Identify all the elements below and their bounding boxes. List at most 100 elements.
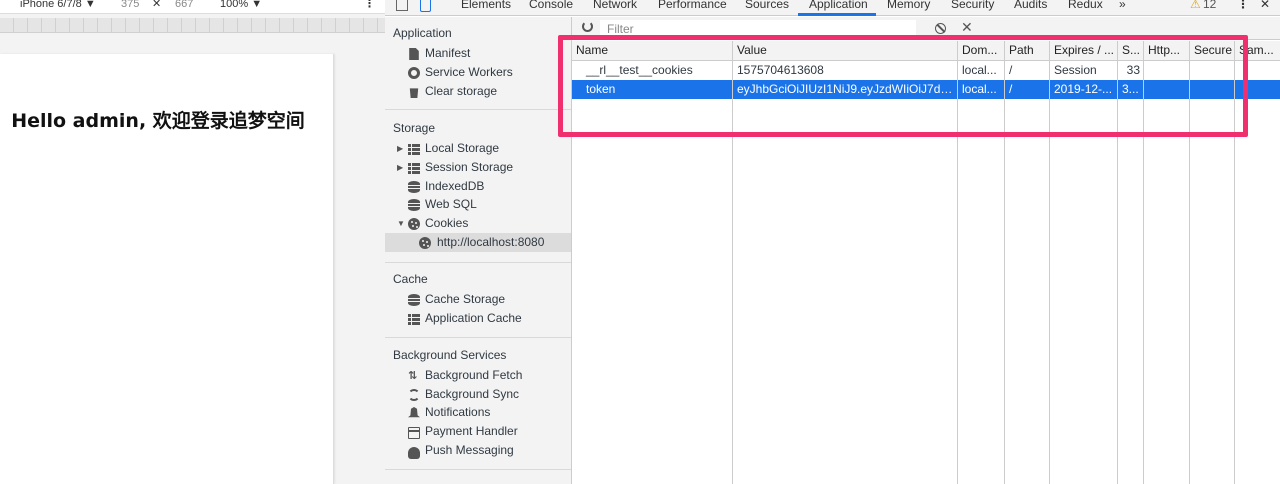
- sidebar-item-cookies[interactable]: ▼ Cookies: [385, 214, 571, 233]
- column-header-value[interactable]: Value: [733, 41, 958, 60]
- cloud-icon: [408, 447, 420, 459]
- cell-expires: 2019-12-...: [1054, 82, 1113, 96]
- devtools-close-icon[interactable]: ✕: [1260, 0, 1270, 12]
- column-header-httponly[interactable]: Http...: [1144, 41, 1190, 60]
- tabs-overflow-icon[interactable]: »: [1119, 0, 1126, 12]
- cell-domain: local...: [962, 63, 997, 77]
- database-icon: [408, 181, 420, 193]
- column-header-size[interactable]: S...: [1118, 41, 1144, 60]
- dimension-separator: ✕: [152, 0, 162, 10]
- column-header-expires[interactable]: Expires / ...: [1050, 41, 1118, 60]
- column-header-domain[interactable]: Dom...: [958, 41, 1005, 60]
- sidebar-item-label: Background Sync: [425, 387, 520, 401]
- cell-httponly: [1144, 61, 1190, 80]
- expand-arrow-icon[interactable]: ▶: [397, 139, 403, 158]
- section-divider: [385, 109, 571, 110]
- viewport-width-input[interactable]: 375: [121, 0, 139, 11]
- sidebar-item-service-workers[interactable]: Service Workers: [385, 63, 571, 82]
- cookie-icon: [419, 237, 431, 249]
- tab-memory[interactable]: Memory: [887, 0, 930, 12]
- cell-value: eyJhbGciOiJIUzI1NiJ9.eyJzdWIiOiJ7dX...: [737, 82, 958, 96]
- filter-input[interactable]: [600, 20, 916, 37]
- cell-httponly: [1144, 80, 1190, 99]
- sidebar-item-label: Cache Storage: [425, 292, 506, 306]
- sidebar-item-label: Cookies: [425, 216, 469, 230]
- cookie-icon: [408, 218, 420, 230]
- column-divider[interactable]: [1117, 41, 1118, 484]
- table-row[interactable]: __rl__test__cookies 1575704613608 local.…: [572, 61, 1280, 80]
- sidebar-item-label: Push Messaging: [425, 443, 514, 457]
- emulated-viewport: Hello admin, 欢迎登录追梦空间: [0, 54, 334, 484]
- sidebar-item-manifest[interactable]: Manifest: [385, 44, 571, 63]
- sidebar-item-local-storage[interactable]: ▶ Local Storage: [385, 139, 571, 158]
- database-icon: [408, 294, 420, 306]
- sidebar-item-label: Payment Handler: [425, 424, 518, 438]
- cell-domain: local...: [962, 82, 997, 96]
- sidebar-item-background-sync[interactable]: Background Sync: [385, 385, 571, 404]
- section-divider: [385, 262, 571, 263]
- column-divider[interactable]: [732, 41, 733, 484]
- up-down-icon: ⇅: [408, 370, 418, 382]
- sidebar-item-label: Notifications: [425, 405, 491, 419]
- clear-all-icon[interactable]: [935, 23, 946, 34]
- device-emulation-pane: iPhone 6/7/8 ▼ 375 ✕ 667 100% ▼ ⋮ Hello …: [0, 0, 385, 484]
- cell-size: 33: [1126, 63, 1140, 77]
- tab-redux[interactable]: Redux: [1068, 0, 1103, 12]
- tab-performance[interactable]: Performance: [658, 0, 727, 12]
- cell-samesite: [1235, 80, 1280, 99]
- column-header-secure[interactable]: Secure: [1190, 41, 1235, 60]
- sidebar-item-background-fetch[interactable]: ⇅ Background Fetch: [385, 366, 571, 385]
- column-divider[interactable]: [1004, 41, 1005, 484]
- sidebar-item-label: Background Fetch: [425, 368, 523, 382]
- table-row-selected[interactable]: token eyJhbGciOiJIUzI1NiJ9.eyJzdWIiOiJ7d…: [572, 80, 1280, 99]
- tab-audits[interactable]: Audits: [1014, 0, 1047, 12]
- tab-elements[interactable]: Elements: [461, 0, 511, 12]
- active-tab-indicator: [798, 13, 876, 16]
- inspect-element-icon[interactable]: [396, 0, 408, 11]
- device-toggle-icon[interactable]: [420, 0, 431, 12]
- sidebar-item-indexeddb[interactable]: IndexedDB: [385, 177, 571, 196]
- tab-security[interactable]: Security: [951, 0, 994, 12]
- tab-application[interactable]: Application: [809, 0, 868, 12]
- device-more-icon[interactable]: ⋮: [364, 0, 375, 11]
- sidebar-item-push-messaging[interactable]: Push Messaging: [385, 441, 571, 460]
- viewport-height-input[interactable]: 667: [175, 0, 193, 11]
- column-divider[interactable]: [1143, 41, 1144, 484]
- devtools-menu-icon[interactable]: ⋮: [1237, 0, 1249, 12]
- sidebar-item-application-cache[interactable]: Application Cache: [385, 309, 571, 328]
- sidebar-item-label: Application Cache: [425, 311, 522, 325]
- column-header-path[interactable]: Path: [1005, 41, 1050, 60]
- bell-icon: [408, 407, 420, 418]
- tab-network[interactable]: Network: [593, 0, 637, 12]
- column-divider[interactable]: [1189, 41, 1190, 484]
- warning-icon[interactable]: ⚠: [1190, 0, 1201, 12]
- device-select[interactable]: iPhone 6/7/8 ▼: [20, 0, 96, 11]
- column-divider[interactable]: [1049, 41, 1050, 484]
- tab-console[interactable]: Console: [529, 0, 573, 12]
- column-header-name[interactable]: Name: [572, 41, 733, 60]
- tab-sources[interactable]: Sources: [745, 0, 789, 12]
- sidebar-item-payment-handler[interactable]: Payment Handler: [385, 422, 571, 441]
- table-header: Name Value Dom... Path Expires / ... S..…: [572, 41, 1280, 61]
- delete-selected-icon[interactable]: ✕: [961, 18, 973, 36]
- sidebar-item-web-sql[interactable]: Web SQL: [385, 195, 571, 214]
- cell-name: __rl__test__cookies: [586, 63, 693, 77]
- column-header-samesite[interactable]: Sam...: [1235, 41, 1280, 60]
- cell-size: 3...: [1122, 82, 1139, 96]
- sidebar-item-clear-storage[interactable]: Clear storage: [385, 82, 571, 101]
- refresh-icon[interactable]: [582, 21, 593, 32]
- collapse-arrow-icon[interactable]: ▼: [397, 214, 405, 233]
- section-background-title: Background Services: [393, 348, 507, 362]
- sidebar-item-cookie-origin[interactable]: http://localhost:8080: [385, 233, 571, 252]
- sidebar-item-cache-storage[interactable]: Cache Storage: [385, 290, 571, 309]
- section-storage-title: Storage: [393, 121, 436, 135]
- column-divider[interactable]: [957, 41, 958, 484]
- cell-expires: Session: [1054, 63, 1097, 77]
- sync-icon: [408, 389, 420, 401]
- zoom-select[interactable]: 100% ▼: [220, 0, 262, 11]
- sidebar-item-notifications[interactable]: Notifications: [385, 403, 571, 422]
- expand-arrow-icon[interactable]: ▶: [397, 158, 403, 177]
- warning-count[interactable]: 12: [1203, 0, 1216, 12]
- column-divider[interactable]: [1234, 41, 1235, 484]
- sidebar-item-session-storage[interactable]: ▶ Session Storage: [385, 158, 571, 177]
